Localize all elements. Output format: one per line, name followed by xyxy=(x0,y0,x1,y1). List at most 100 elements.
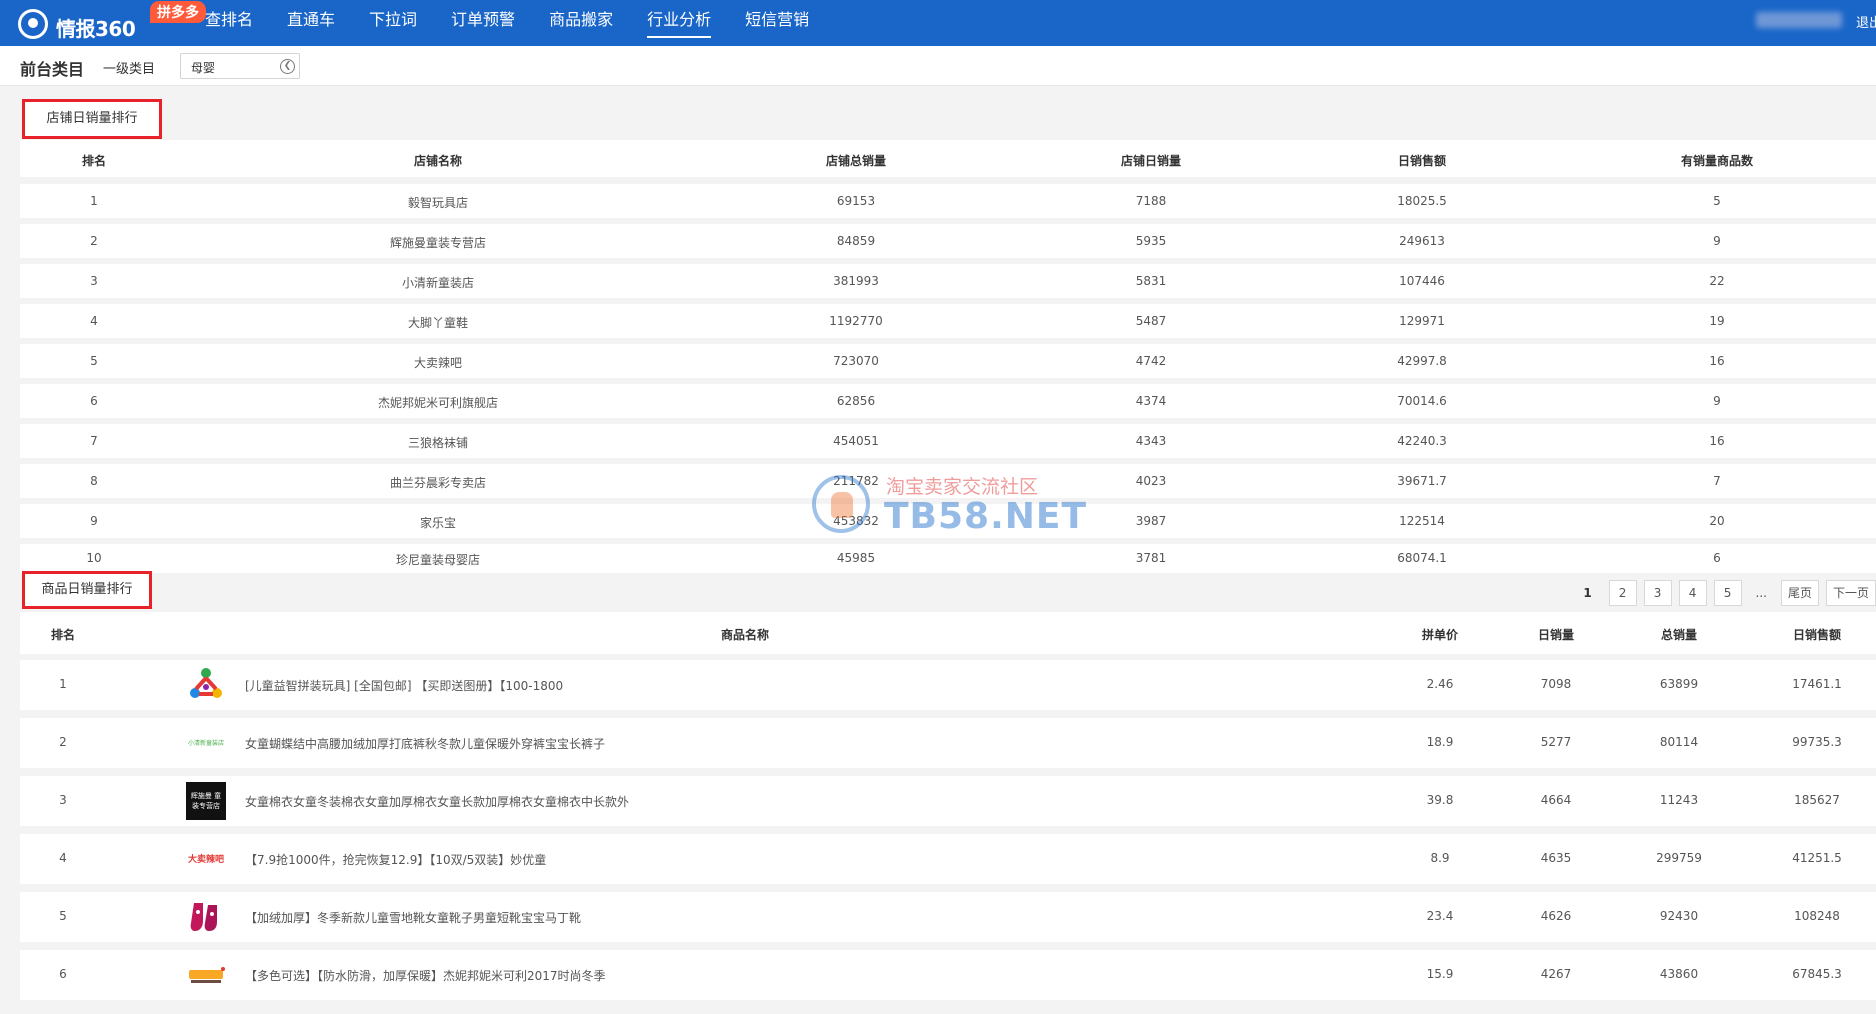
logout-link[interactable]: 退出 xyxy=(1856,12,1876,31)
cell-rank: 10 xyxy=(86,551,102,565)
table-row[interactable]: 4 大卖辣吧 【7.9抢1000件，抢完恢复12.9】【10双/5双装】妙优童 8.9… xyxy=(20,834,1876,884)
cell-product-count: 9 xyxy=(1713,394,1721,408)
cell-goods-name[interactable]: 【7.9抢1000件，抢完恢复12.9】【10双/5双装】妙优童 xyxy=(245,851,546,868)
table-row[interactable]: 6 杰妮邦妮米可利旗舰店 62856 4374 70014.6 9 xyxy=(20,384,1876,418)
nav-item-express-train[interactable]: 直通车 xyxy=(287,0,335,46)
table-row[interactable]: 6 【多色可选】【防水防滑，加厚保暖】杰妮邦妮米可利2017时尚冬季 15.9 426… xyxy=(20,950,1876,1000)
cell-price: 8.9 xyxy=(1430,851,1450,865)
cell-store-name: 小清新童装店 xyxy=(401,276,475,290)
cell-daily-revenue: 249613 xyxy=(1399,234,1445,248)
table-row[interactable]: 3 小清新童装店 381993 5831 107446 22 xyxy=(20,264,1876,298)
nav-item-rank-check[interactable]: 查排名 xyxy=(205,0,253,46)
cell-rank: 7 xyxy=(90,434,98,448)
cell-daily-revenue: 42997.8 xyxy=(1397,354,1447,368)
cell-daily-revenue: 68074.1 xyxy=(1397,551,1447,565)
clear-circle-icon[interactable]: ❮ xyxy=(280,59,295,74)
nav-item-order-alert[interactable]: 订单预警 xyxy=(451,0,515,46)
nav-item-product-move[interactable]: 商品搬家 xyxy=(549,0,613,46)
next-page-button[interactable]: 下一页 xyxy=(1825,580,1876,606)
cell-total-sales: 92430 xyxy=(1659,909,1699,923)
cell-product-count: 16 xyxy=(1709,354,1725,368)
cell-daily-sales: 7188 xyxy=(1135,194,1167,208)
table-row[interactable]: 3 辉施曼 童装专营店 女童棉衣女童冬装棉衣女童加厚棉衣女童长款加厚棉衣女童棉衣中长… xyxy=(20,776,1876,826)
cell-daily-sales: 4374 xyxy=(1135,394,1167,408)
page-3-button[interactable]: 3 xyxy=(1643,580,1672,606)
page-2-button[interactable]: 2 xyxy=(1608,580,1637,606)
cell-product-count: 19 xyxy=(1709,314,1725,328)
cell-daily-revenue: 99735.3 xyxy=(1792,735,1842,749)
col-group-price: 拼单价 xyxy=(1421,628,1459,642)
col-rank: 排名 xyxy=(81,154,107,168)
category-select[interactable]: 母婴 ❮ xyxy=(180,53,300,79)
nav-item-industry-analysis[interactable]: 行业分析 xyxy=(647,0,712,46)
table-row[interactable]: 9 家乐宝 453832 3987 122514 20 xyxy=(20,504,1876,538)
cell-goods-name[interactable]: 【多色可选】【防水防滑，加厚保暖】杰妮邦妮米可利2017时尚冬季 xyxy=(245,967,606,984)
product-thumbnail[interactable] xyxy=(186,666,226,704)
cell-daily-revenue: 41251.5 xyxy=(1792,851,1842,865)
page-5-button[interactable]: 5 xyxy=(1713,580,1742,606)
cell-rank: 2 xyxy=(90,234,98,248)
cell-daily-revenue: 107446 xyxy=(1399,274,1445,288)
page-4-button[interactable]: 4 xyxy=(1678,580,1707,606)
last-page-button[interactable]: 尾页 xyxy=(1780,580,1819,606)
cell-goods-name[interactable]: [儿童益智拼装玩具] [全国包邮] 【买即送图册】【100-1800 xyxy=(245,677,563,694)
store-ranking-title: 店铺日销量排行 xyxy=(22,99,162,139)
table-row[interactable]: 5 大卖辣吧 723070 4742 42997.8 16 xyxy=(20,344,1876,378)
cell-daily-revenue: 42240.3 xyxy=(1397,434,1447,448)
cell-daily-sales: 7098 xyxy=(1540,677,1572,691)
col-daily-sales: 日销量 xyxy=(1537,628,1575,642)
nav-item-dropdown-keywords[interactable]: 下拉词 xyxy=(369,0,417,46)
cell-goods-name[interactable]: 女童棉衣女童冬装棉衣女童加厚棉衣女童长款加厚棉衣女童棉衣中长款外 xyxy=(245,793,629,810)
cell-price: 39.8 xyxy=(1426,793,1454,807)
cell-total-sales: 1192770 xyxy=(829,314,883,328)
cell-rank: 4 xyxy=(59,851,67,865)
boots-icon xyxy=(190,903,217,931)
cell-store-name: 杰妮邦妮米可利旗舰店 xyxy=(377,396,499,410)
thumbnail-text: 小清新童装店 xyxy=(187,740,224,747)
table-row[interactable]: 1 [儿童益智拼装玩具] [全国包邮] 【买即送图册】【100-1800 2.46 7… xyxy=(20,660,1876,710)
table-row[interactable]: 8 曲兰芬晨彩专卖店 211782 4023 39671.7 7 xyxy=(20,464,1876,498)
cell-product-count: 20 xyxy=(1709,514,1725,528)
cell-goods-name[interactable]: 女童蝴蝶结中高腰加绒加厚打底裤秋冬款儿童保暖外穿裤宝宝长裤子 xyxy=(245,735,605,752)
nav-item-sms-marketing[interactable]: 短信营销 xyxy=(745,0,809,46)
table-row[interactable]: 2 小清新童装店 女童蝴蝶结中高腰加绒加厚打底裤秋冬款儿童保暖外穿裤宝宝长裤子 18.… xyxy=(20,718,1876,768)
cell-rank: 6 xyxy=(59,967,67,981)
table-row[interactable]: 1 毅智玩具店 69153 7188 18025.5 5 xyxy=(20,184,1876,218)
product-thumbnail[interactable]: 大卖辣吧 xyxy=(186,840,226,878)
cell-total-sales: 11243 xyxy=(1659,793,1699,807)
product-thumbnail[interactable] xyxy=(186,956,226,994)
cell-total-sales: 84859 xyxy=(836,234,876,248)
table-row[interactable]: 2 辉施曼童装专营店 84859 5935 249613 9 xyxy=(20,224,1876,258)
table-row[interactable]: 7 三狼格袜铺 454051 4343 42240.3 16 xyxy=(20,424,1876,458)
logo-text: 情报360 xyxy=(56,17,136,41)
cell-rank: 2 xyxy=(59,735,67,749)
cell-total-sales: 43860 xyxy=(1659,967,1699,981)
cell-rank: 9 xyxy=(90,514,98,528)
product-thumbnail[interactable]: 辉施曼 童装专营店 xyxy=(186,782,226,820)
category-select-value: 母婴 xyxy=(191,61,216,75)
product-thumbnail[interactable] xyxy=(186,898,226,936)
cell-price: 23.4 xyxy=(1426,909,1454,923)
table-row[interactable]: 5 【加绒加厚】冬季新款儿童雪地靴女童靴子男童短靴宝宝马丁靴 23.4 4626 924… xyxy=(20,892,1876,942)
page-current[interactable]: 1 xyxy=(1574,580,1602,606)
cell-store-name: 辉施曼童装专营店 xyxy=(389,236,487,250)
main-nav: 查排名 直通车 下拉词 订单预警 商品搬家 行业分析 短信营销 xyxy=(205,0,843,46)
table-row[interactable]: 4 大脚丫童鞋 1192770 5487 129971 19 xyxy=(20,304,1876,338)
cell-store-name: 珍尼童装母婴店 xyxy=(395,553,481,567)
col-selling-product-count: 有销量商品数 xyxy=(1680,154,1754,168)
cell-rank: 5 xyxy=(90,354,98,368)
cell-daily-revenue: 70014.6 xyxy=(1397,394,1447,408)
product-thumbnail[interactable]: 小清新童装店 xyxy=(186,724,226,762)
cell-store-name: 三狼格袜铺 xyxy=(407,436,469,450)
goods-ranking-table: 排名 商品名称 拼单价 日销量 总销量 日销售额 1 [儿童益智拼装玩具] [全国… xyxy=(20,612,1876,1014)
cell-rank: 8 xyxy=(90,474,98,488)
app-logo[interactable]: 情报360 拼多多 xyxy=(18,1,206,41)
cell-daily-sales: 4343 xyxy=(1135,434,1167,448)
cell-goods-name[interactable]: 【加绒加厚】冬季新款儿童雪地靴女童靴子男童短靴宝宝马丁靴 xyxy=(245,909,581,926)
cell-total-sales: 45985 xyxy=(836,551,876,565)
brand-logo-icon xyxy=(189,967,225,983)
cell-rank: 3 xyxy=(90,274,98,288)
category-title: 前台类目 xyxy=(20,60,85,79)
table-row[interactable]: 10 珍尼童装母婴店 45985 3781 68074.1 6 xyxy=(20,544,1876,573)
cell-daily-revenue: 185627 xyxy=(1794,793,1840,807)
